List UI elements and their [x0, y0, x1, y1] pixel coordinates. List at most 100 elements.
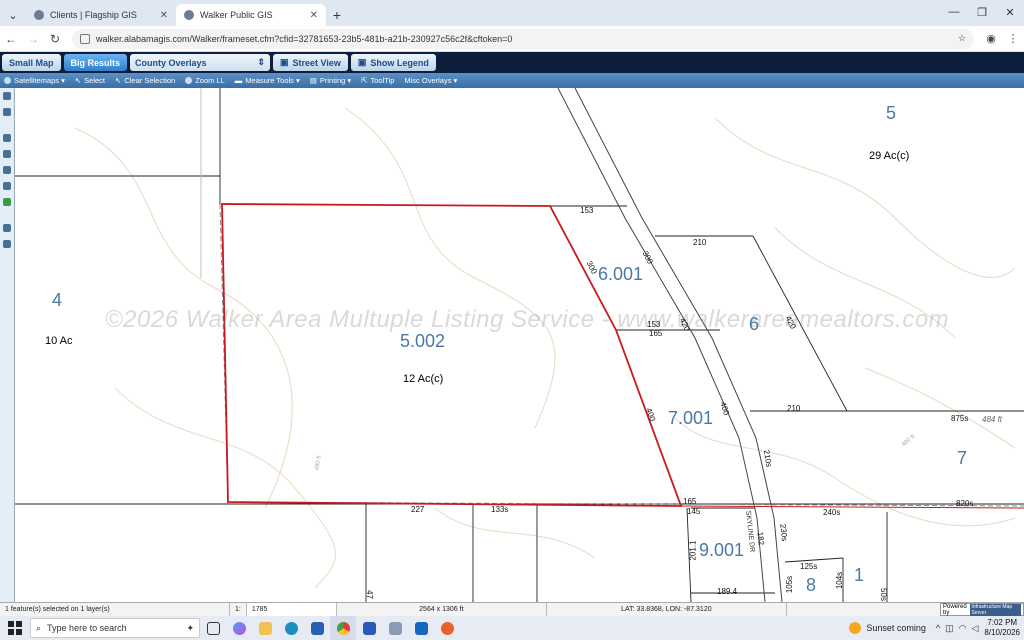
misc-overlays-menu[interactable]: Misc Overlays ▾: [404, 76, 457, 85]
parcel-label[interactable]: 6.001: [598, 264, 643, 285]
back-icon[interactable]: ←: [0, 32, 22, 46]
parcel-label[interactable]: 5.002: [400, 331, 445, 352]
dimension-label: 105s: [785, 575, 795, 594]
close-window-icon[interactable]: ✕: [996, 0, 1024, 24]
street-view-button[interactable]: ▣ Street View: [273, 54, 348, 71]
outlook-icon[interactable]: [408, 616, 434, 640]
reload-icon[interactable]: ↻: [44, 32, 66, 46]
word-icon[interactable]: [356, 616, 382, 640]
street-view-icon: ▣: [280, 57, 289, 67]
dimension-label: 240s: [823, 508, 841, 517]
parcel-acres: 29 Ac(c): [869, 150, 910, 162]
chevron-up-icon[interactable]: ^: [936, 623, 940, 633]
bookmark-star-icon[interactable]: ☆: [958, 33, 966, 44]
globe-tool-icon[interactable]: [3, 224, 11, 232]
close-icon[interactable]: ✕: [310, 10, 318, 21]
select-tool[interactable]: ↖ Select: [75, 76, 105, 85]
url-field[interactable]: walker.alabamagis.com/Walker/frameset.cf…: [72, 28, 974, 49]
layer-icon[interactable]: [3, 198, 11, 206]
profile-icon[interactable]: ◉: [980, 32, 1002, 45]
parcel-label[interactable]: 9.001: [699, 540, 744, 561]
cursor-icon: ↖: [74, 76, 82, 85]
selection-status: 1 feature(s) selected on 1 layer(s): [0, 603, 230, 616]
menu-icon[interactable]: ⋮: [1002, 32, 1024, 45]
tab-search-button[interactable]: ⌄: [0, 4, 26, 26]
minimize-icon[interactable]: —: [940, 0, 968, 24]
search-icon: ⌕: [36, 622, 42, 633]
browser-tab[interactable]: Clients | Flagship GIS ✕: [26, 4, 176, 26]
forward-icon[interactable]: →: [22, 32, 44, 46]
new-tab-button[interactable]: +: [326, 4, 348, 26]
parcel-label[interactable]: 5: [886, 103, 896, 124]
tooltip-tool[interactable]: ⇱ ToolTip: [361, 76, 394, 85]
toolbar-label: Misc Overlays ▾: [404, 76, 458, 85]
parcel-label[interactable]: 6: [749, 314, 759, 335]
copilot-icon[interactable]: [226, 616, 252, 640]
parcel-label[interactable]: 7.001: [668, 408, 713, 429]
store-icon[interactable]: [304, 616, 330, 640]
taskbar-search[interactable]: ⌕ Type here to search ✦: [30, 618, 200, 638]
latlon-readout: LAT: 33.8368, LON: -87.3120: [547, 603, 787, 616]
system-tray: ^ ◫ ◠ ◁: [936, 623, 985, 634]
file-explorer-icon[interactable]: [252, 616, 278, 640]
big-results-button[interactable]: Big Results: [63, 54, 128, 71]
map-canvas[interactable]: ©2026 Walker Area Multuple Listing Servi…: [15, 88, 1024, 602]
powered-by-badge: Powered by Infrastructure Map Server: [940, 603, 1024, 616]
windows-taskbar: ⌕ Type here to search ✦ Sunset coming ^ …: [0, 616, 1024, 640]
identify-icon[interactable]: [3, 134, 11, 142]
pan-icon[interactable]: [3, 108, 11, 116]
tab-title: Walker Public GIS: [200, 10, 273, 20]
parcel-label[interactable]: 7: [957, 448, 967, 469]
tooltip-icon: ⇱: [361, 76, 368, 85]
pointer-icon[interactable]: [3, 92, 11, 100]
start-button[interactable]: [0, 621, 30, 635]
map-toolbar: Satellitemaps ▾ ↖ Select ↖ Clear Selection…: [0, 73, 1024, 88]
clock-time: 7:02 PM: [987, 618, 1018, 627]
parcel-label[interactable]: 1: [854, 565, 864, 586]
show-legend-label: Show Legend: [370, 57, 429, 68]
small-map-button[interactable]: Small Map: [2, 54, 61, 71]
parcel-acres: 10 Ac: [45, 335, 73, 347]
watermark: ©2026 Walker Area Multuple Listing Servi…: [105, 306, 950, 333]
overlay-select[interactable]: County Overlays ⇕: [130, 54, 271, 71]
show-legend-button[interactable]: ▣ Show Legend: [350, 54, 436, 71]
site-info-icon[interactable]: [80, 33, 90, 44]
dimension-label: 104s: [835, 571, 845, 590]
volume-icon[interactable]: ◁: [971, 623, 978, 634]
task-view-icon[interactable]: [200, 616, 226, 640]
dimension-label: 230s: [778, 523, 790, 542]
scale-input[interactable]: 1785: [246, 603, 337, 616]
dimension-label: 210: [693, 238, 707, 247]
zoom-in-icon[interactable]: [3, 150, 11, 158]
photos-icon[interactable]: [382, 616, 408, 640]
satellitemaps-menu[interactable]: Satellitemaps ▾: [4, 76, 65, 85]
edge-icon[interactable]: [278, 616, 304, 640]
zoom-out-icon[interactable]: [3, 166, 11, 174]
weather-widget[interactable]: Sunset coming: [849, 622, 936, 634]
restore-icon[interactable]: ❐: [968, 0, 996, 24]
parcel-label[interactable]: 8: [806, 575, 816, 596]
wifi-icon[interactable]: ◠: [959, 623, 967, 634]
clock[interactable]: 7:02 PM 8/10/2026: [984, 618, 1024, 638]
firefox-icon[interactable]: [434, 616, 460, 640]
toolbar-label: Satellitemaps ▾: [14, 76, 65, 85]
printing-menu[interactable]: ▤ Printing ▾: [310, 76, 351, 85]
highlight-icon: ✦: [186, 622, 194, 633]
info-icon[interactable]: [3, 240, 11, 248]
sunset-icon: [849, 622, 862, 634]
address-bar: ← → ↻ walker.alabamagis.com/Walker/frame…: [0, 26, 1024, 52]
ruler-icon: ▬: [234, 76, 243, 85]
full-extent-icon[interactable]: [3, 182, 11, 190]
zoom-ll-tool[interactable]: Zoom LL: [185, 76, 225, 85]
parcel-label[interactable]: 4: [52, 290, 62, 311]
dimension-label: 153: [580, 206, 594, 215]
network-icon[interactable]: ◫: [945, 623, 954, 634]
browser-tab-active[interactable]: Walker Public GIS ✕: [176, 4, 326, 26]
toolbar-label: Zoom LL: [195, 76, 225, 85]
close-icon[interactable]: ✕: [160, 10, 168, 21]
toolbar-label: Printing ▾: [319, 76, 352, 85]
dimension-label: 165: [649, 329, 663, 338]
clear-selection-tool[interactable]: ↖ Clear Selection: [115, 76, 175, 85]
measure-tools-menu[interactable]: ▬ Measure Tools ▾: [235, 76, 300, 85]
chrome-icon[interactable]: [330, 616, 356, 640]
